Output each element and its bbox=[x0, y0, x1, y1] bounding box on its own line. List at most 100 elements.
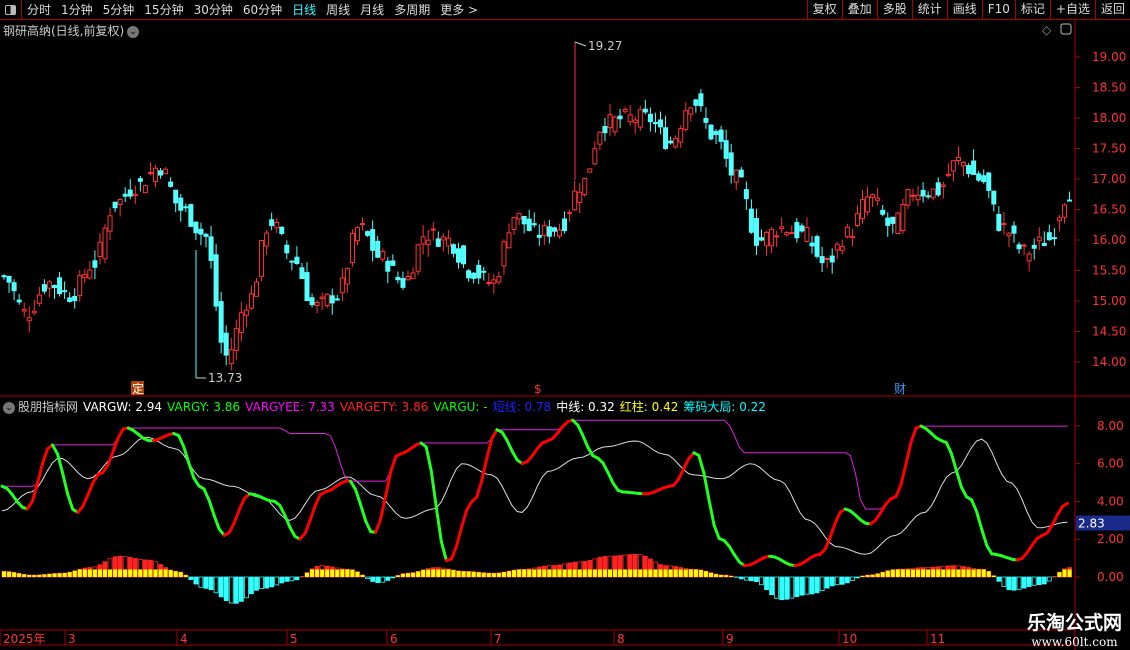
candle bbox=[940, 184, 946, 188]
candle bbox=[440, 236, 446, 241]
candle bbox=[309, 297, 315, 306]
vargy-segment bbox=[303, 519, 312, 535]
price-tick-label: 14.50 bbox=[1092, 325, 1126, 339]
histogram-bar bbox=[829, 576, 835, 587]
histogram-bar bbox=[1016, 576, 1022, 590]
candle bbox=[789, 232, 795, 235]
histogram-bar-yellow bbox=[895, 569, 900, 577]
histogram-bar-yellow bbox=[653, 569, 658, 577]
histogram-bar bbox=[769, 576, 774, 596]
candle bbox=[602, 126, 608, 134]
watermark-name: 乐淘公式网 bbox=[1026, 612, 1122, 634]
candle bbox=[900, 204, 906, 231]
time-tick-label: 3 bbox=[68, 632, 76, 646]
candle bbox=[531, 223, 537, 226]
vargy-segment bbox=[202, 487, 211, 502]
histogram-bar-yellow bbox=[865, 575, 870, 577]
histogram-bar bbox=[855, 576, 860, 579]
price-tick-label: 14.00 bbox=[1092, 355, 1126, 369]
candle bbox=[294, 256, 300, 265]
watermark: 乐淘公式网 www.60lt.com bbox=[1027, 608, 1122, 649]
candle bbox=[784, 232, 790, 236]
histogram-bar-yellow bbox=[577, 569, 582, 577]
candle bbox=[567, 212, 573, 215]
candle bbox=[501, 241, 507, 267]
candle bbox=[910, 194, 916, 197]
histogram-bar bbox=[218, 576, 224, 598]
histogram-bar bbox=[365, 576, 371, 579]
price-tick-label: 17.50 bbox=[1092, 142, 1126, 156]
candle bbox=[264, 232, 270, 247]
histogram-bar bbox=[274, 576, 280, 586]
histogram-bar-yellow bbox=[57, 573, 62, 577]
histogram-bar-yellow bbox=[461, 571, 466, 577]
candle bbox=[536, 234, 542, 238]
histogram-bar-yellow bbox=[870, 574, 875, 577]
vargy-segment bbox=[904, 440, 913, 466]
histogram-bar-yellow bbox=[67, 572, 72, 577]
candle bbox=[274, 221, 280, 229]
candle bbox=[496, 276, 502, 283]
histogram-bar bbox=[1031, 576, 1037, 586]
candle bbox=[582, 177, 588, 196]
candle bbox=[360, 223, 366, 226]
candle bbox=[814, 236, 820, 257]
candle bbox=[688, 107, 694, 115]
histogram-bar-yellow bbox=[1057, 572, 1062, 577]
vargy-segment bbox=[823, 535, 832, 551]
candle bbox=[860, 199, 865, 220]
candle bbox=[551, 227, 557, 232]
histogram-bar-yellow bbox=[12, 572, 17, 577]
current-value-label: 2.83 bbox=[1078, 517, 1105, 531]
histogram-bar-yellow bbox=[522, 569, 527, 577]
vargy-segment bbox=[576, 423, 585, 437]
candle bbox=[607, 114, 613, 129]
candle bbox=[132, 193, 138, 196]
candle bbox=[885, 217, 891, 226]
candle bbox=[622, 108, 628, 113]
histogram-bar-yellow bbox=[476, 572, 481, 577]
candle bbox=[713, 130, 719, 135]
histogram-bar-yellow bbox=[2, 571, 6, 577]
candle bbox=[329, 295, 335, 304]
histogram-bar bbox=[284, 576, 290, 582]
histogram-bar-yellow bbox=[52, 573, 57, 577]
candle bbox=[334, 298, 340, 301]
candle bbox=[188, 204, 194, 227]
histogram-bar-yellow bbox=[885, 570, 890, 577]
vargy-segment bbox=[944, 441, 953, 456]
histogram-bar bbox=[193, 576, 199, 585]
candle bbox=[961, 161, 966, 167]
histogram-bar bbox=[743, 576, 749, 581]
histogram-bar-yellow bbox=[552, 569, 557, 577]
histogram-bar-yellow bbox=[481, 572, 486, 577]
histogram-bar bbox=[223, 576, 229, 602]
indicator-name[interactable]: 股朋指标网 bbox=[18, 400, 78, 414]
candle bbox=[966, 165, 972, 174]
indicator-legend: ⌄ 股朋指标网 VARGW: 2.94 VARGY: 3.86 VARGYEE: 7.3… bbox=[3, 398, 771, 415]
time-tick-label: 7 bbox=[494, 632, 502, 646]
vargy-segment bbox=[677, 467, 686, 481]
histogram-bar-yellow bbox=[456, 570, 461, 577]
candle bbox=[981, 175, 987, 183]
histogram-bar-yellow bbox=[148, 569, 153, 577]
candle bbox=[471, 272, 477, 279]
vargy-segment bbox=[212, 513, 221, 531]
candle bbox=[435, 238, 441, 247]
histogram-bar bbox=[213, 576, 219, 594]
candle bbox=[905, 189, 911, 206]
kline-chart[interactable]: 19.00 18.50 18.00 17.50 17.00 16.50 16.00 15.50… bbox=[0, 0, 1130, 650]
vargy-segment bbox=[828, 521, 837, 539]
event-marker-label: 财 bbox=[894, 382, 906, 396]
candle bbox=[764, 231, 770, 247]
candle bbox=[16, 299, 22, 303]
candle bbox=[102, 227, 108, 260]
histogram-bar-yellow bbox=[315, 569, 320, 577]
candle bbox=[21, 308, 27, 312]
candle bbox=[809, 242, 815, 247]
candle bbox=[632, 119, 638, 124]
vargy-segment bbox=[354, 487, 363, 507]
chevron-down-icon[interactable]: ⌄ bbox=[3, 401, 15, 414]
histogram-bar-yellow bbox=[633, 569, 638, 577]
time-tick-label: 11 bbox=[930, 632, 945, 646]
